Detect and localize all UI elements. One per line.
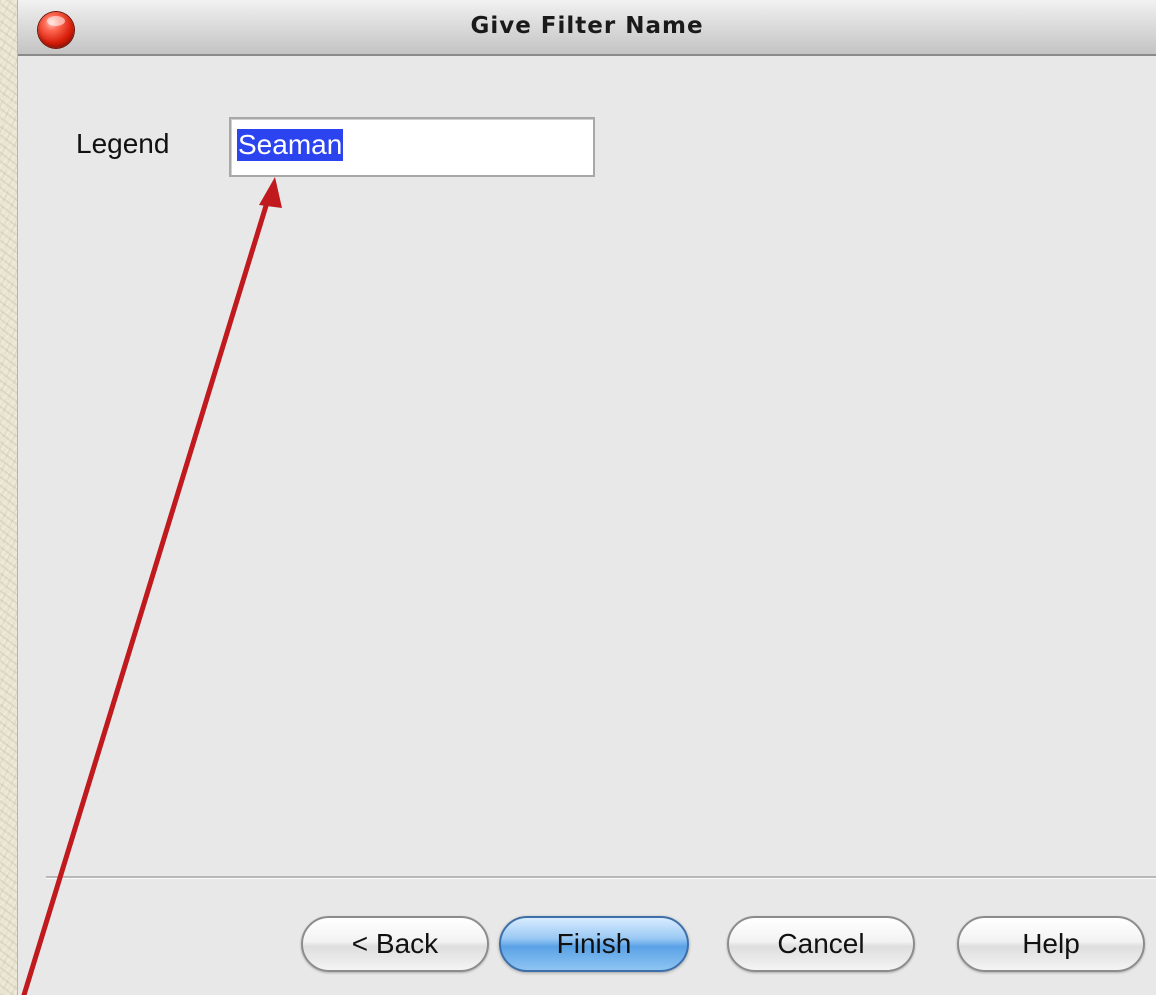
dialog-title: Give Filter Name xyxy=(470,13,704,39)
legend-input[interactable]: Seaman xyxy=(229,117,595,177)
button-separator xyxy=(46,876,1156,879)
back-button[interactable]: < Back xyxy=(301,916,489,972)
legend-input-value[interactable]: Seaman xyxy=(237,129,344,161)
title-bar[interactable]: Give Filter Name xyxy=(18,0,1156,56)
finish-button[interactable]: Finish xyxy=(499,916,689,972)
cancel-button[interactable]: Cancel xyxy=(727,916,915,972)
legend-label: Legend xyxy=(76,128,170,159)
filter-name-dialog: Give Filter Name Legend Seaman < Back Fi… xyxy=(18,0,1156,995)
help-button[interactable]: Help xyxy=(957,916,1145,972)
